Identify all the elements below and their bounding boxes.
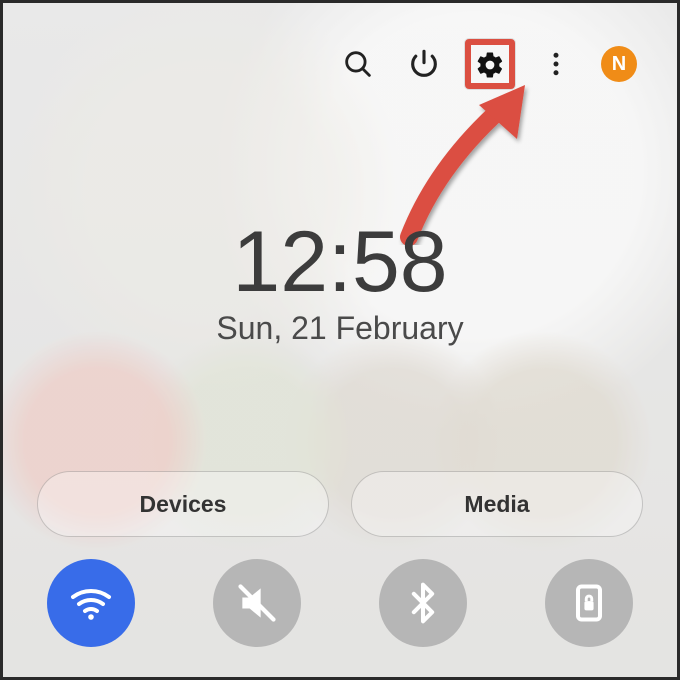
- settings-button[interactable]: [465, 39, 515, 89]
- mute-icon: [235, 581, 279, 625]
- sound-toggle[interactable]: [213, 559, 301, 647]
- more-options-button[interactable]: [531, 39, 581, 89]
- media-button-label: Media: [464, 491, 529, 518]
- media-button[interactable]: Media: [351, 471, 643, 537]
- search-icon: [341, 47, 375, 81]
- annotated-screenshot-frame: N 12:58 Sun, 21 February Devices: [0, 0, 680, 680]
- power-button[interactable]: [399, 39, 449, 89]
- date-text: Sun, 21 February: [3, 310, 677, 347]
- devices-button-label: Devices: [140, 491, 227, 518]
- quick-settings-row: [3, 559, 677, 647]
- wifi-toggle[interactable]: [47, 559, 135, 647]
- panel-top-actions: N: [333, 39, 641, 89]
- panel-chip-row: Devices Media: [3, 471, 677, 537]
- bluetooth-icon: [401, 581, 445, 625]
- avatar-letter: N: [601, 46, 637, 82]
- rotation-lock-toggle[interactable]: [545, 559, 633, 647]
- gear-icon: [475, 48, 505, 82]
- more-vertical-icon: [541, 49, 571, 79]
- lock-rotation-icon: [567, 581, 611, 625]
- profile-avatar[interactable]: N: [597, 39, 641, 89]
- notification-panel: N 12:58 Sun, 21 February Devices: [3, 3, 677, 677]
- power-icon: [407, 47, 441, 81]
- time-text: 12:58: [3, 213, 677, 312]
- wifi-icon: [67, 579, 115, 627]
- clock-block: 12:58 Sun, 21 February: [3, 213, 677, 347]
- search-button[interactable]: [333, 39, 383, 89]
- bluetooth-toggle[interactable]: [379, 559, 467, 647]
- devices-button[interactable]: Devices: [37, 471, 329, 537]
